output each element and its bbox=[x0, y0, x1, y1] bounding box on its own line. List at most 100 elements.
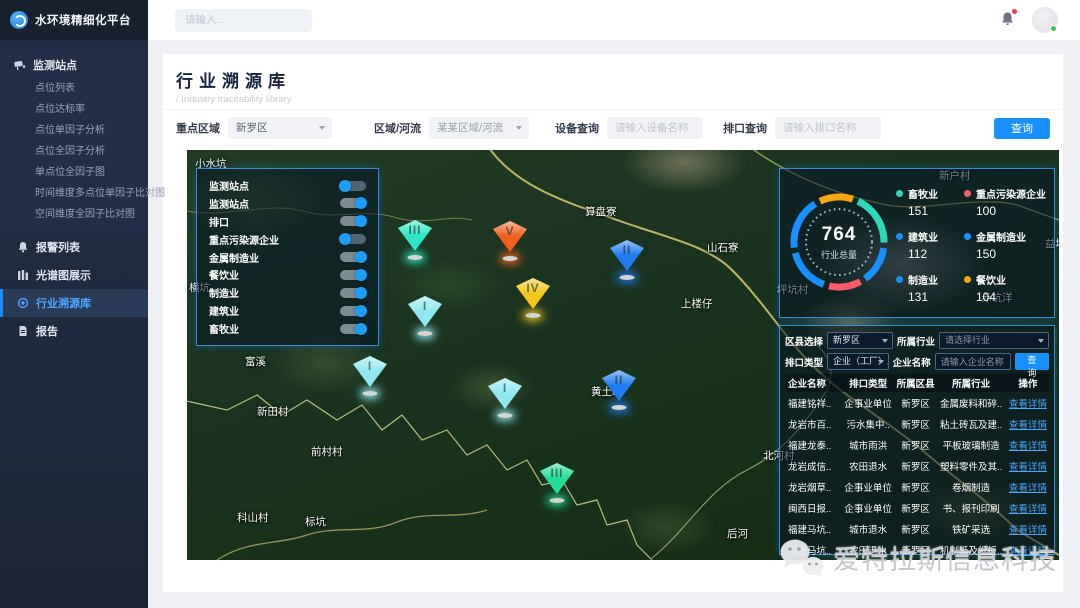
map-marker[interactable]: II bbox=[610, 240, 644, 284]
map-marker[interactable]: II bbox=[602, 370, 636, 414]
sidebar-item-industry-library[interactable]: 行业溯源库 bbox=[0, 289, 148, 317]
view-detail-link[interactable]: 查看详情 bbox=[1007, 459, 1049, 473]
map-marker[interactable]: I bbox=[353, 356, 387, 400]
map-marker[interactable]: III bbox=[540, 463, 574, 507]
query-button[interactable]: 查询 bbox=[994, 118, 1050, 139]
alarm-icon bbox=[17, 241, 29, 253]
chevron-down-icon bbox=[882, 339, 888, 343]
region-select[interactable]: 新罗区 bbox=[228, 117, 332, 139]
sidebar-item-alarm-list[interactable]: 报警列表 bbox=[0, 233, 148, 261]
sidebar-subitem[interactable]: 点位达标率 bbox=[0, 99, 148, 120]
filter-bar: 重点区域 新罗区 区域/河流 某某区域/河流 设备查询 排口查询 查询 bbox=[176, 117, 1050, 139]
industry-select-value: 请选择行业 bbox=[945, 335, 990, 345]
map-place-label: 标坑 bbox=[305, 514, 326, 529]
stats-legend-item: 畜牧业 151 bbox=[896, 186, 960, 218]
stats-legend-item: 金属制造业 150 bbox=[964, 229, 1046, 261]
sidebar-subitem[interactable]: 时间维度多点位单因子比对图 bbox=[0, 183, 148, 204]
table-filter-row-2: 排口类型 企业（工厂）入 企业名称 查询 bbox=[785, 353, 1049, 370]
sidebar: 水环境精细化平台 监测站点 点位列表 点位达标率 点位单因子分析 点位全因子分析 bbox=[0, 0, 148, 608]
sidebar-subitem[interactable]: 空间维度全因子比对图 bbox=[0, 204, 148, 225]
cell-outlet-type: 企事业单位 bbox=[840, 396, 895, 410]
cell-district: 新罗区 bbox=[896, 417, 936, 431]
toggle-switch[interactable] bbox=[340, 234, 366, 244]
map-place-label: 算盘寮 bbox=[585, 204, 617, 219]
toggle-switch[interactable] bbox=[340, 288, 366, 298]
device-search-input[interactable] bbox=[607, 117, 703, 139]
marker-gem: I bbox=[488, 378, 522, 409]
layer-toggle-row: 制造业 bbox=[209, 285, 366, 300]
page-subtitle: / Industry traceability library bbox=[176, 94, 292, 105]
sidebar-item-report[interactable]: 报告 bbox=[0, 317, 148, 345]
view-detail-link[interactable]: 查看详情 bbox=[1007, 480, 1049, 494]
layer-label: 餐饮业 bbox=[209, 267, 239, 282]
map-place-label: 后河 bbox=[727, 526, 748, 541]
cell-district: 新罗区 bbox=[896, 522, 936, 536]
toggle-switch[interactable] bbox=[340, 181, 366, 191]
sidebar-subitem[interactable]: 点位列表 bbox=[0, 78, 148, 99]
toggle-switch[interactable] bbox=[340, 216, 366, 226]
company-name-input[interactable] bbox=[935, 353, 1011, 370]
table-query-button[interactable]: 查询 bbox=[1015, 353, 1049, 370]
cell-district: 新罗区 bbox=[896, 438, 936, 452]
toggle-switch[interactable] bbox=[340, 252, 366, 262]
toggle-knob bbox=[355, 197, 367, 209]
marker-numeral: II bbox=[615, 373, 624, 401]
stats-legend-item: 重点污染源企业 100 bbox=[964, 186, 1046, 218]
cell-industry: 机制纸及纸板.. bbox=[935, 543, 1006, 557]
layer-toggle-row: 监测站点 bbox=[209, 196, 366, 211]
cell-district: 新罗区 bbox=[896, 501, 936, 515]
map-marker[interactable]: I bbox=[488, 378, 522, 422]
stats-legend-item: 餐饮业 104 bbox=[964, 272, 1046, 304]
layer-label: 重点污染源企业 bbox=[209, 232, 279, 247]
chevron-down-icon bbox=[878, 360, 884, 364]
industry-total-donut bbox=[784, 177, 894, 307]
topbar-actions bbox=[1000, 7, 1080, 33]
cell-company-name: 闽西日报.. bbox=[785, 501, 840, 515]
toggle-switch[interactable] bbox=[340, 324, 366, 334]
industry-select[interactable]: 请选择行业 bbox=[939, 332, 1049, 349]
cell-company-name: 龙岩烟草.. bbox=[785, 480, 840, 494]
river-select-value: 某某区域/河流 bbox=[437, 122, 503, 134]
sidebar-subitem[interactable]: 单点位全因子图 bbox=[0, 162, 148, 183]
marker-gem: II bbox=[602, 370, 636, 401]
table-column-header: 操作 bbox=[1007, 376, 1049, 390]
header-divider bbox=[163, 109, 1063, 110]
view-detail-link[interactable]: 查看详情 bbox=[1007, 417, 1049, 431]
outlet-type-select[interactable]: 企业（工厂）入 bbox=[827, 353, 889, 370]
legend-value: 104 bbox=[976, 290, 1046, 304]
cell-industry: 铁矿采选 bbox=[935, 522, 1006, 536]
view-detail-link[interactable]: 查看详情 bbox=[1007, 438, 1049, 452]
map-marker[interactable]: III bbox=[398, 220, 432, 264]
cell-district: 新罗区 bbox=[896, 543, 936, 557]
global-search-input[interactable] bbox=[175, 9, 312, 32]
view-detail-link[interactable]: 查看详情 bbox=[1007, 501, 1049, 515]
view-detail-link[interactable]: 查看详情 bbox=[1007, 396, 1049, 410]
view-detail-link[interactable]: 查看详情 bbox=[1007, 543, 1049, 557]
cell-industry: 金属废料和碎.. bbox=[935, 396, 1006, 410]
view-detail-link[interactable]: 查看详情 bbox=[1007, 522, 1049, 536]
notification-bell-icon[interactable] bbox=[1000, 11, 1016, 29]
district-select[interactable]: 新罗区 bbox=[827, 332, 893, 349]
table-column-header: 排口类型 bbox=[840, 376, 895, 390]
sidebar-subitem[interactable]: 点位单因子分析 bbox=[0, 120, 148, 141]
outlet-search-input[interactable] bbox=[775, 117, 881, 139]
river-select[interactable]: 某某区域/河流 bbox=[429, 117, 529, 139]
toggle-switch[interactable] bbox=[340, 270, 366, 280]
map-marker[interactable]: IV bbox=[516, 278, 550, 322]
toggle-knob bbox=[355, 323, 367, 335]
toggle-switch[interactable] bbox=[340, 198, 366, 208]
cell-company-name: 龙岩市百.. bbox=[785, 417, 840, 431]
sidebar-item-spectrum[interactable]: 光谱图展示 bbox=[0, 261, 148, 289]
sidebar-item-monitor-stations[interactable]: 监测站点 bbox=[0, 52, 148, 78]
user-avatar[interactable] bbox=[1032, 7, 1058, 33]
satellite-map[interactable]: 小水坑 算盘寮 山石寮 上楼仔 坪坑村 新户村 益坪 赤坑洋 横坑 富溪 新田村… bbox=[187, 150, 1059, 560]
map-marker[interactable]: I bbox=[408, 296, 442, 340]
outlet-filter-label: 排口查询 bbox=[723, 120, 767, 136]
district-select-label: 区县选择 bbox=[785, 334, 823, 348]
map-place-label: 山石寮 bbox=[707, 240, 739, 255]
sidebar-subitem[interactable]: 点位全因子分析 bbox=[0, 141, 148, 162]
cell-industry: 粘土砖瓦及建.. bbox=[935, 417, 1006, 431]
toggle-switch[interactable] bbox=[340, 306, 366, 316]
camera-icon bbox=[14, 59, 26, 71]
map-marker[interactable]: V bbox=[493, 221, 527, 265]
